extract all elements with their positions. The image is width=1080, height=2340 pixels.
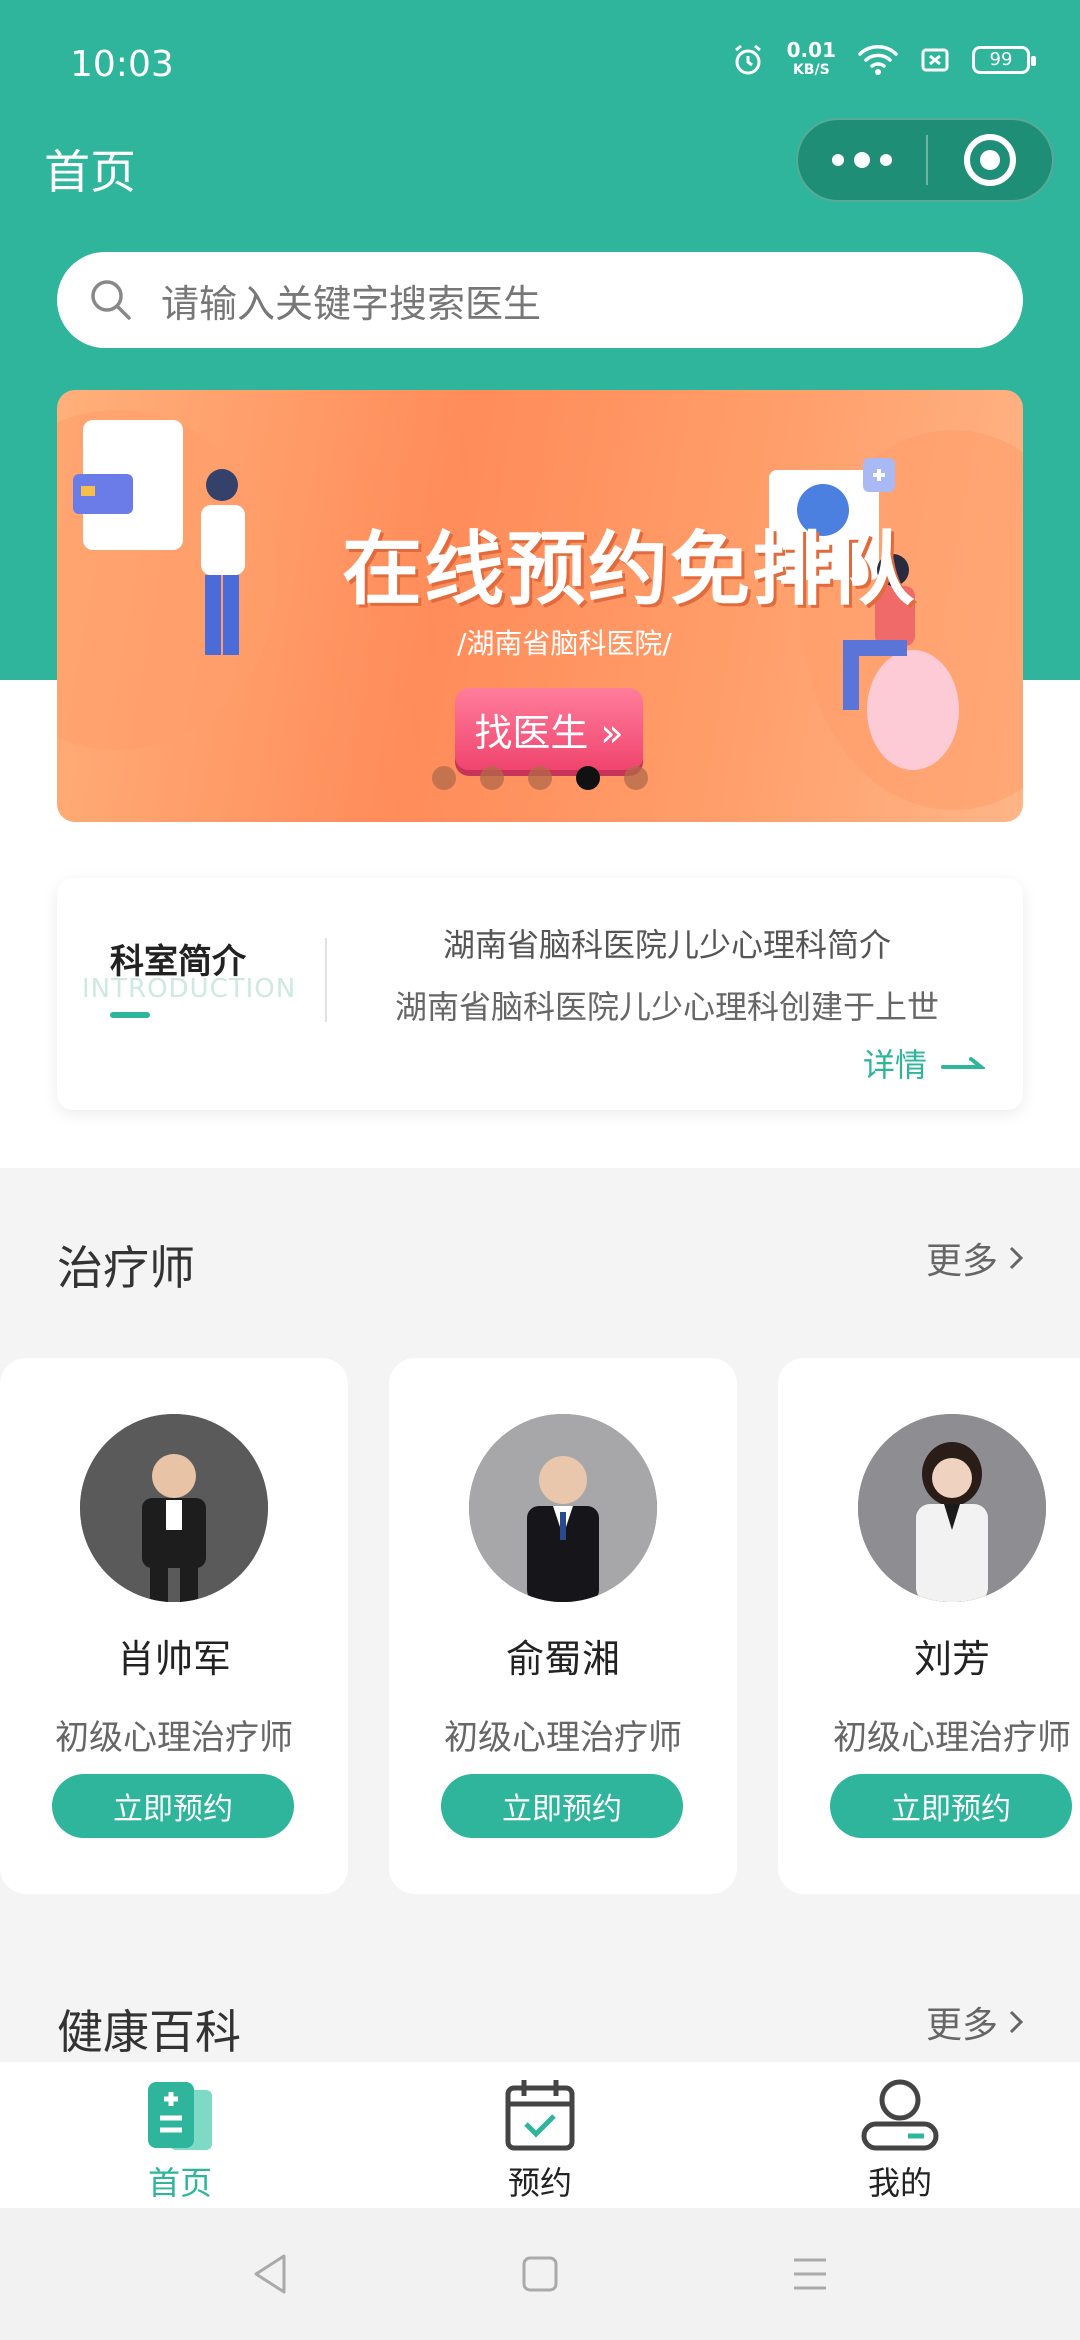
- more-dot-icon: [832, 154, 844, 166]
- more-dot-icon: [854, 152, 870, 168]
- carousel-indicator: [432, 766, 648, 790]
- therapist-card[interactable]: 肖帅军 初级心理治疗师 立即预约: [0, 1358, 348, 1894]
- banner-title: 在线预约免排队: [342, 523, 916, 616]
- intro-divider: [325, 938, 327, 1022]
- department-intro-card[interactable]: 科室简介 INTRODUCTION 湖南省脑科医院儿少心理科简介 湖南省脑科医院…: [57, 878, 1023, 1110]
- carousel-dot[interactable]: [480, 766, 504, 790]
- intro-heading-en: INTRODUCTION: [82, 974, 297, 1004]
- status-icons: 0.01 KB/S 99: [731, 40, 1036, 80]
- status-time: 10:03: [70, 44, 174, 85]
- search-placeholder: 请输入关键字搜索医生: [161, 281, 542, 326]
- therapist-role: 初级心理治疗师: [444, 1718, 682, 1758]
- book-now-button[interactable]: 立即预约: [441, 1774, 683, 1838]
- more-button[interactable]: [798, 120, 926, 200]
- bottom-tab-bar: 首页 预约 我的: [0, 2062, 1080, 2208]
- home-square-icon[interactable]: [520, 2254, 560, 2294]
- calendar-check-icon: [505, 2080, 575, 2151]
- close-miniprogram-button[interactable]: [928, 134, 1052, 186]
- tab-appointment-label: 预约: [507, 2164, 572, 2202]
- therapist-role: 初级心理治疗师: [55, 1718, 293, 1758]
- carousel-dot[interactable]: [432, 766, 456, 790]
- system-nav-bar: [0, 2208, 1080, 2340]
- home-doc-icon: [148, 2082, 212, 2150]
- therapist-name: 俞蜀湘: [505, 1637, 620, 1681]
- arrow-right-icon: [941, 1057, 986, 1069]
- therapist-card[interactable]: 俞蜀湘 初级心理治疗师 立即预约: [389, 1358, 737, 1894]
- network-speed-value: 0.01: [786, 38, 836, 62]
- status-bar: 10:03 0.01 KB/S 99: [0, 0, 1080, 130]
- book-now-button[interactable]: 立即预约: [52, 1774, 294, 1838]
- carousel-dot[interactable]: [624, 766, 648, 790]
- tab-appointment[interactable]: 预约: [360, 2062, 720, 2208]
- search-icon: [91, 280, 131, 320]
- tab-mine-label: 我的: [867, 2164, 932, 2202]
- health-section-title: 健康百科: [57, 2005, 241, 2059]
- alarm-icon: [734, 44, 761, 75]
- banner-illustration-left: [57, 410, 277, 750]
- therapist-card[interactable]: 刘芳 初级心理治疗师 立即预约: [778, 1358, 1080, 1894]
- battery-indicator: 99: [972, 46, 1036, 74]
- therapist-avatar: [469, 1414, 657, 1602]
- back-icon[interactable]: [250, 2252, 290, 2296]
- wifi-icon: [858, 45, 898, 75]
- therapist-avatar: [80, 1414, 268, 1602]
- intro-summary: 湖南省脑科医院儿少心理科创建于上世: [394, 988, 939, 1026]
- health-more-link[interactable]: 更多: [926, 1996, 1024, 2048]
- carousel-dot-active[interactable]: [576, 766, 600, 790]
- banner-subtitle: /湖南省脑科医院/: [457, 627, 672, 660]
- promo-banner[interactable]: 在线预约免排队 /湖南省脑科医院/ 找医生 »: [57, 390, 1023, 822]
- chevron-right-icon: [1009, 2010, 1024, 2034]
- target-icon: [964, 134, 1016, 186]
- tab-home[interactable]: 首页: [0, 2062, 360, 2208]
- sim-icon: [921, 48, 949, 72]
- therapists-section-title: 治疗师: [57, 1241, 195, 1295]
- therapists-more-label: 更多: [925, 1241, 998, 1282]
- carousel-dot[interactable]: [528, 766, 552, 790]
- recents-menu-icon[interactable]: [790, 2254, 830, 2294]
- intro-title: 湖南省脑科医院儿少心理科简介: [442, 926, 891, 964]
- search-input[interactable]: 请输入关键字搜索医生: [57, 252, 1023, 348]
- intro-accent-bar: [110, 1012, 150, 1018]
- network-speed: 0.01 KB/S: [787, 40, 836, 80]
- page-title: 首页: [44, 145, 136, 199]
- miniprogram-capsule: [796, 118, 1054, 202]
- intro-details-link[interactable]: 详情: [863, 1040, 986, 1086]
- therapist-avatar: [858, 1414, 1046, 1602]
- intro-details-label: 详情: [863, 1046, 928, 1084]
- network-speed-unit: KB/S: [792, 62, 830, 78]
- therapist-carousel[interactable]: 肖帅军 初级心理治疗师 立即预约 俞蜀湘 初级心理治疗师 立即预约 刘芳 初级心…: [0, 1358, 1080, 1894]
- book-now-button[interactable]: 立即预约: [830, 1774, 1072, 1838]
- therapist-role: 初级心理治疗师: [833, 1718, 1071, 1758]
- tab-home-label: 首页: [147, 2164, 212, 2202]
- tab-mine[interactable]: 我的: [720, 2062, 1080, 2208]
- more-dot-icon: [880, 154, 892, 166]
- therapist-name: 肖帅军: [116, 1637, 231, 1681]
- user-icon: [861, 2079, 939, 2151]
- therapist-name: 刘芳: [913, 1637, 990, 1681]
- chevron-right-icon: [1009, 1246, 1024, 1270]
- health-more-label: 更多: [925, 2005, 998, 2046]
- therapists-more-link[interactable]: 更多: [926, 1232, 1024, 1284]
- find-doctor-button[interactable]: 找医生 »: [455, 688, 643, 770]
